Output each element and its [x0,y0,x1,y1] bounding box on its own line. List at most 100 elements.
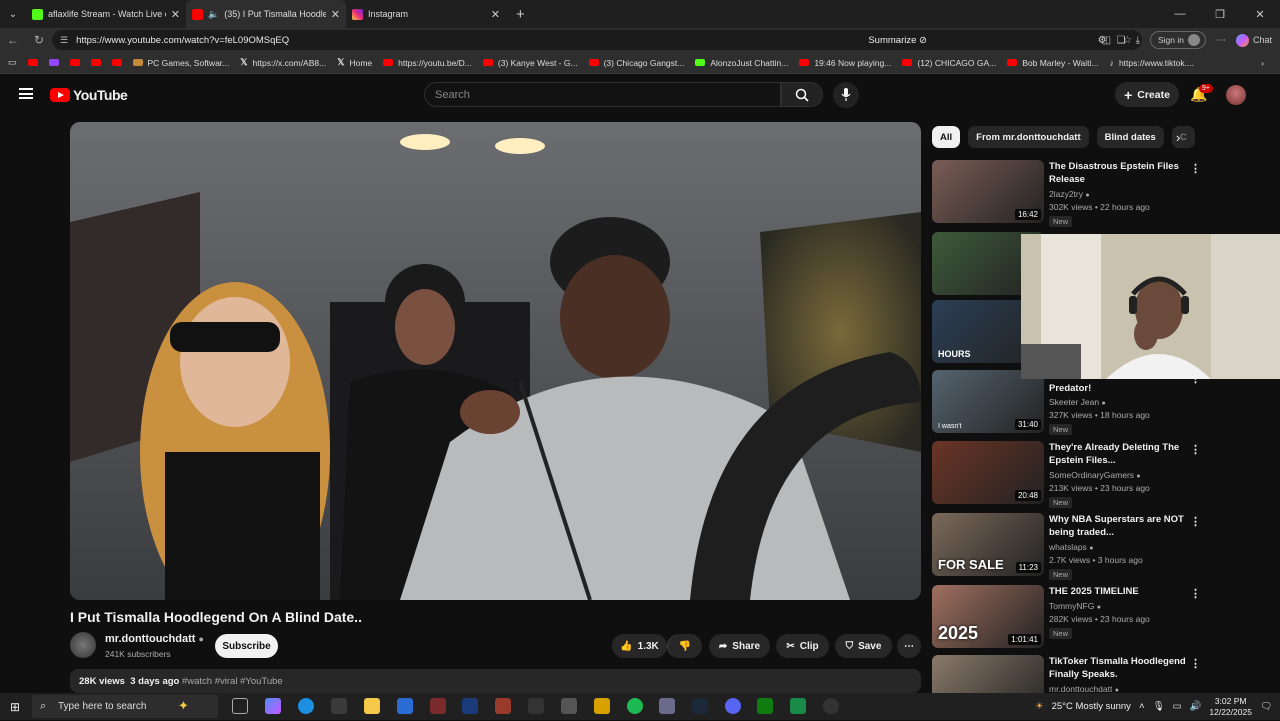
recommendation-title[interactable]: Predator! [1049,382,1194,395]
tab-actions-menu-icon[interactable]: ⌄ [0,0,26,28]
more-vertical-icon[interactable]: ⋮ [1190,657,1201,670]
search-input[interactable]: Search [424,82,781,107]
app-icon[interactable] [561,698,577,714]
back-icon[interactable]: ← [0,33,26,47]
clip-button[interactable]: ✂ Clip [776,634,829,658]
save-button[interactable]: ⛉ Save [835,634,892,658]
recommendation-item[interactable]: 2025 1:01:41 THE 2025 TIMELINE TommyNFG ● 28… [932,585,1262,651]
recommendation-channel[interactable]: Skeeter Jean ● [1049,397,1106,407]
tray-chevron-icon[interactable]: ˄ [1139,701,1145,712]
youtube-logo[interactable]: YouTube [50,87,128,103]
recommendation-item[interactable]: I wasn't 31:40 Predator! Skeeter Jean ● 327K… [932,370,1262,436]
edge-icon[interactable] [298,698,314,714]
bookmark-item[interactable]: Bob Marley - Waiti... [1007,58,1098,68]
minimize-icon[interactable]: — [1160,0,1200,28]
app-icon[interactable] [528,698,544,714]
bookmark-item[interactable] [27,59,38,66]
tab-kick[interactable]: aflaxlife Stream - Watch Live on Ki ✕ [26,0,186,28]
bookmark-item[interactable]: (3) Kanye West - G... [482,58,578,68]
search-button[interactable] [781,82,823,107]
bookmark-item[interactable]: 𝕏 Home [337,57,372,68]
game-app-icon[interactable] [495,698,511,714]
description-box[interactable]: 28K views 3 days ago #watch #viral #YouT… [70,669,921,693]
more-vertical-icon[interactable]: ⋮ [1190,515,1201,528]
video-thumbnail[interactable]: FOR SALE 11:23 [932,513,1044,576]
dislike-button[interactable]: 👎 [667,634,702,658]
volume-icon[interactable]: 🔊 [1190,701,1202,712]
more-vertical-icon[interactable]: ⋮ [1190,162,1201,175]
bookmark-item[interactable]: 𝕏https://x.com/AB8... [240,57,326,68]
recommendation-title[interactable]: The Disastrous Epstein Files Release [1049,160,1194,186]
maximize-icon[interactable]: ❐ [1200,0,1240,28]
bookmark-item[interactable]: (12) CHICAGO GA... [902,58,996,68]
taskbar-search-input[interactable]: ⌕ Type here to search [32,695,218,718]
chevron-right-icon[interactable]: › [1176,130,1180,145]
account-avatar[interactable] [1226,85,1246,105]
channel-name[interactable]: mr.donttouchdatt ● [105,633,204,645]
recommendation-item[interactable]: 20:48 They're Already Deleting The Epstei… [932,441,1262,508]
more-options-icon[interactable]: ⋯ [1216,35,1226,46]
recommendation-channel[interactable]: SomeOrdinaryGamers ● [1049,470,1141,480]
bookmark-item[interactable] [48,59,59,66]
weather-text[interactable]: 25°C Mostly sunny [1052,701,1131,712]
subscribe-button[interactable]: Subscribe [215,634,278,658]
clock[interactable]: 3:02 PM 12/22/2025 [1209,696,1252,718]
refresh-icon[interactable]: ↻ [26,33,52,47]
like-button[interactable]: 👍 1.3K [612,634,667,658]
recommendation-title[interactable]: They're Already Deleting The Epstein Fil… [1049,441,1194,467]
create-button[interactable]: + Create [1115,82,1179,107]
sign-in-button[interactable]: Sign in [1149,31,1206,49]
more-actions-button[interactable]: ⋯ [897,634,921,658]
voice-search-button[interactable] [833,82,859,108]
more-vertical-icon[interactable]: ⋮ [1190,587,1201,600]
chip-from-channel[interactable]: From mr.donttouchdatt [968,126,1089,148]
site-info-icon[interactable]: ☰ [60,35,68,46]
close-tab-icon[interactable]: ✕ [331,8,340,21]
chip-all[interactable]: All [932,126,961,148]
bookmark-item[interactable]: ♪ https://www.tiktok.... [1109,58,1194,68]
app-icon[interactable] [430,698,446,714]
recommendation-channel[interactable]: 2lazy2try ● [1049,189,1090,199]
chip-blind-dates[interactable]: Blind dates [1096,126,1164,148]
game-app-icon[interactable] [462,698,478,714]
hashtags[interactable]: #watch #viral #YouTube [182,676,283,687]
copilot-taskbar-icon[interactable] [265,698,281,714]
tab-instagram[interactable]: Instagram ✕ [346,0,506,28]
copilot-chat-button[interactable]: Chat [1235,33,1272,47]
channel-avatar[interactable] [70,632,96,658]
file-explorer-icon[interactable] [364,698,380,714]
app-icon[interactable] [594,698,610,714]
tab-youtube[interactable]: 🔈 (35) I Put Tismalla Hoodlegend ✕ [186,0,346,28]
windows-start-icon[interactable]: ⊞ [10,700,20,714]
spotify-icon[interactable] [627,698,643,714]
recommendation-channel[interactable]: TommyNFG ● [1049,601,1101,611]
bookmark-item[interactable] [111,59,122,66]
recommendation-channel[interactable]: whatslaps ● [1049,542,1093,552]
recommendation-item[interactable]: FOR SALE 11:23 Why NBA Superstars are NOT … [932,513,1262,580]
menu-icon[interactable] [19,88,33,99]
video-thumbnail[interactable]: I wasn't 31:40 [932,370,1044,433]
discord-icon[interactable] [725,698,741,714]
notifications-center-icon[interactable]: 🗨 [1260,701,1272,712]
bookmark-item[interactable]: 19:46 Now playing... [799,58,891,68]
recommendation-title[interactable]: TikToker Tismalla Hoodlegend Finally Spe… [1049,655,1194,681]
reading-list-icon[interactable]: ▭ [8,57,17,68]
bookmark-item[interactable] [69,59,80,66]
outlook-icon[interactable] [397,698,413,714]
video-thumbnail[interactable]: 2025 1:01:41 [932,585,1044,648]
share-button[interactable]: ➦ Share [709,634,770,658]
steam-icon[interactable] [692,698,708,714]
url-field[interactable]: ☰ https://www.youtube.com/watch?v=feL09O… [52,30,1142,50]
app-icon[interactable] [790,698,806,714]
summarize-button[interactable]: Summarize ⊘ [868,35,927,46]
microphone-tray-icon[interactable]: 🎙 [1153,701,1165,712]
weather-icon[interactable]: ☀ [1035,701,1044,712]
downloads-icon[interactable]: ⤓ [1136,35,1140,46]
obs-icon[interactable] [823,698,839,714]
recommendation-title[interactable]: THE 2025 TIMELINE [1049,585,1194,598]
close-tab-icon[interactable]: ✕ [171,8,180,21]
bookmark-item[interactable]: (3) Chicago Gangst... [588,58,684,68]
close-tab-icon[interactable]: ✕ [491,8,500,21]
task-view-icon[interactable] [232,698,248,714]
more-vertical-icon[interactable]: ⋮ [1190,443,1201,456]
